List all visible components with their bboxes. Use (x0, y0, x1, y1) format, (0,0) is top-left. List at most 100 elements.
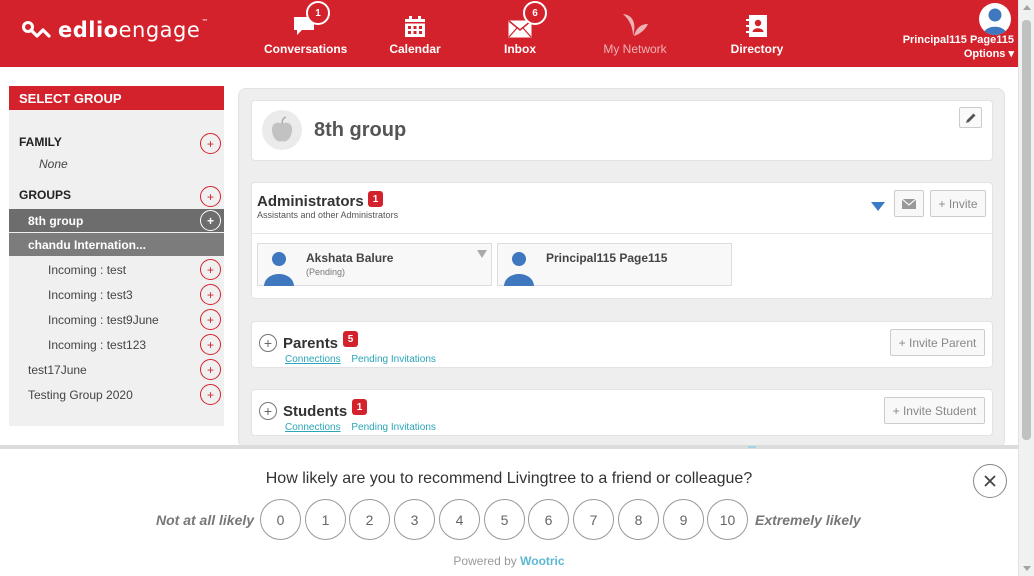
nav-calendar-label: Calendar (389, 42, 441, 56)
nav-my-network-label: My Network (603, 42, 667, 56)
user-avatar (979, 3, 1011, 35)
group-title: 8th group (314, 119, 407, 141)
survey-close-button[interactable] (973, 464, 1007, 498)
score-button-3[interactable]: 3 (394, 499, 435, 540)
nav-directory[interactable]: Directory (727, 10, 787, 56)
scroll-up-arrow-icon[interactable] (1023, 5, 1031, 10)
pencil-icon (965, 113, 975, 123)
member-name: Principal115 Page115 (546, 251, 668, 265)
sidebar-item-incoming-test3[interactable]: Incoming : test3 + (9, 283, 224, 306)
powered-by-prefix: Powered by (453, 554, 521, 568)
section-divider (252, 233, 992, 234)
user-menu[interactable]: Principal115 Page115 Options ▾ (894, 3, 1014, 65)
parents-connections-link[interactable]: Connections (285, 354, 341, 365)
add-subgroup-button[interactable]: + (200, 334, 221, 355)
member-options-dropdown-icon[interactable] (477, 250, 487, 258)
administrators-subtitle: Assistants and other Administrators (257, 210, 399, 220)
group-detail-panel: 8th group Administrators 1 Assistants an… (238, 88, 1005, 448)
sidebar-item-label: Incoming : test123 (48, 337, 147, 352)
member-card-akshata-balure[interactable]: Akshata Balure (Pending) (257, 243, 492, 286)
administrators-title: Administrators (257, 193, 364, 210)
family-none-text: None (39, 157, 68, 171)
nav-inbox[interactable]: 6 Inbox (495, 1, 547, 56)
nav-conversations[interactable]: 1 Conversations (264, 1, 347, 56)
students-links: Connections Pending Invitations (285, 422, 444, 433)
survey-question: How likely are you to recommend Livingtr… (265, 470, 753, 487)
add-subgroup-button[interactable]: + (200, 309, 221, 330)
member-avatar (503, 248, 535, 286)
score-button-5[interactable]: 5 (484, 499, 525, 540)
students-title: Students (283, 403, 348, 420)
scrollbar-thumb[interactable] (1022, 20, 1031, 440)
person-avatar-icon (983, 8, 1007, 35)
students-card: + Students 1 Connections Pending Invitat… (251, 389, 993, 436)
students-pending-invitations-link[interactable]: Pending Invitations (351, 422, 436, 433)
sidebar-item-chandu-international[interactable]: chandu Internation... (9, 233, 224, 256)
apple-icon (271, 116, 293, 142)
parents-links: Connections Pending Invitations (285, 354, 444, 365)
sidebar-item-incoming-test9june[interactable]: Incoming : test9June + (9, 308, 224, 331)
page-scrollbar[interactable] (1018, 0, 1034, 576)
add-subgroup-button[interactable]: + (200, 359, 221, 380)
group-header-card: 8th group (251, 100, 993, 161)
score-button-7[interactable]: 7 (573, 499, 614, 540)
expand-parents-icon[interactable]: + (259, 334, 277, 352)
directory-icon (746, 15, 767, 37)
score-button-2[interactable]: 2 (349, 499, 390, 540)
score-button-1[interactable]: 1 (305, 499, 346, 540)
add-subgroup-button[interactable]: + (200, 284, 221, 305)
nav-my-network[interactable]: My Network (598, 10, 672, 56)
add-subgroup-button[interactable]: + (200, 384, 221, 405)
member-card-principal115[interactable]: Principal115 Page115 (497, 243, 732, 286)
edlio-engage-logo[interactable]: edlioengage™ (22, 18, 209, 42)
score-button-6[interactable]: 6 (528, 499, 569, 540)
nav-calendar[interactable]: Calendar (385, 10, 445, 56)
collapse-administrators-icon[interactable] (871, 202, 885, 211)
member-name: Akshata Balure (306, 251, 394, 265)
scroll-down-arrow-icon[interactable] (1023, 566, 1031, 571)
parents-title: Parents (283, 335, 339, 352)
parents-pending-invitations-link[interactable]: Pending Invitations (351, 354, 436, 365)
add-group-button[interactable]: + (200, 186, 221, 207)
invite-administrator-button[interactable]: + Invite (930, 190, 986, 217)
administrators-card: Administrators 1 Assistants and other Ad… (251, 182, 993, 299)
invite-student-button[interactable]: + Invite Student (884, 397, 985, 424)
sidebar-item-label: 8th group (28, 213, 84, 228)
score-button-10[interactable]: 10 (707, 499, 748, 540)
sidebar-item-test17june[interactable]: test17June + (9, 358, 224, 381)
user-options-dropdown[interactable]: Options ▾ (964, 47, 1014, 60)
add-subgroup-button[interactable]: + (200, 259, 221, 280)
add-family-button[interactable]: + (200, 133, 221, 154)
score-button-0[interactable]: 0 (260, 499, 301, 540)
calendar-icon (405, 16, 425, 37)
sidebar-item-label: test17June (28, 362, 87, 377)
sidebar-item-testing-group-2020[interactable]: Testing Group 2020 + (9, 383, 224, 406)
expand-students-icon[interactable]: + (259, 402, 277, 420)
message-administrators-button[interactable] (894, 190, 924, 217)
leaf-icon (623, 14, 648, 36)
sidebar-item-incoming-test123[interactable]: Incoming : test123 + (9, 333, 224, 356)
sidebar-item-label: Testing Group 2020 (28, 387, 133, 402)
nps-survey-overlay: How likely are you to recommend Livingtr… (0, 445, 1018, 576)
invite-parent-button[interactable]: + Invite Parent (890, 329, 985, 356)
top-navigation-bar: edlioengage™ 1 Conversations Calendar 6 … (0, 0, 1018, 67)
nav-directory-label: Directory (730, 42, 784, 56)
sidebar-item-label: Incoming : test3 (48, 287, 133, 302)
wootric-brand-link[interactable]: Wootric (520, 554, 564, 568)
group-avatar (262, 110, 302, 150)
score-button-8[interactable]: 8 (618, 499, 659, 540)
group-sidebar: SELECT GROUP FAMILY + None GROUPS + 8th … (9, 86, 224, 426)
groups-section-label: GROUPS (19, 188, 72, 202)
sidebar-item-incoming-test[interactable]: Incoming : test + (9, 258, 224, 281)
students-connections-link[interactable]: Connections (285, 422, 341, 433)
sidebar-item-8th-group[interactable]: 8th group + (9, 209, 224, 232)
close-icon (984, 475, 996, 487)
administrators-count-badge: 1 (368, 191, 383, 207)
score-button-4[interactable]: 4 (439, 499, 480, 540)
add-subgroup-button[interactable]: + (200, 210, 221, 231)
survey-top-marker (748, 446, 756, 448)
edit-group-button[interactable] (959, 107, 982, 128)
envelope-icon (902, 198, 916, 209)
person-avatar-icon (504, 252, 534, 286)
score-button-9[interactable]: 9 (663, 499, 704, 540)
